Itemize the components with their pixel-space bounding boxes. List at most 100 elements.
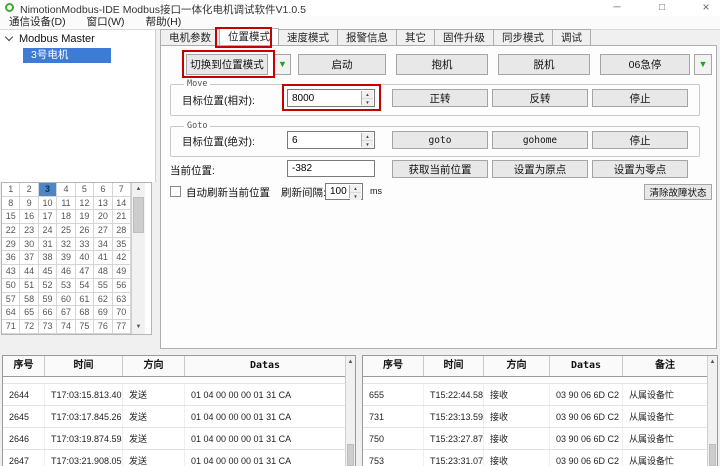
grid-cell[interactable]: 32	[57, 238, 75, 252]
grid-cell[interactable]: 55	[94, 279, 112, 293]
grid-scrollbar-thumb[interactable]	[133, 197, 144, 233]
grid-cell[interactable]: 63	[113, 293, 131, 307]
spin-down-icon[interactable]: ▼	[362, 141, 373, 148]
grid-cell[interactable]: 76	[94, 320, 112, 334]
estop-dropdown-icon[interactable]: ▼	[694, 54, 712, 75]
grid-cell[interactable]: 33	[76, 238, 94, 252]
column-header[interactable]: 时间	[45, 356, 123, 376]
grid-cell[interactable]: 51	[20, 279, 38, 293]
tree-node-modbus-master[interactable]: Modbus Master	[4, 33, 95, 45]
grid-cell[interactable]: 49	[113, 265, 131, 279]
grid-cell[interactable]: 6	[94, 183, 112, 197]
log-row[interactable]: 750T15:23:27.871.…接收03 90 06 6D C2从属设备忙	[363, 428, 717, 450]
maximize-icon[interactable]: □	[648, 0, 676, 16]
tab-motor-params[interactable]: 电机参数	[160, 29, 220, 46]
grid-cell[interactable]: 7	[113, 183, 131, 197]
spin-up-icon[interactable]: ▲	[350, 185, 361, 193]
grid-cell[interactable]: 66	[39, 306, 57, 320]
grid-cell[interactable]: 36	[2, 251, 20, 265]
menu-comm-device[interactable]: 通信设备(D)	[0, 16, 75, 29]
scroll-up-icon[interactable]: ▲	[132, 183, 145, 196]
column-header[interactable]: 序号	[3, 356, 45, 376]
grid-cell[interactable]: 42	[113, 251, 131, 265]
column-header[interactable]: 备注	[623, 356, 708, 376]
move-stop-button[interactable]: 停止	[592, 89, 688, 107]
recv-log-scrollbar-thumb[interactable]	[709, 444, 716, 466]
set-zero-button[interactable]: 设置为零点	[592, 160, 688, 178]
log-row[interactable]: 2646T17:03:19.874.594发送01 04 00 00 00 01…	[3, 428, 355, 450]
grid-cell[interactable]: 17	[39, 210, 57, 224]
grid-cell[interactable]: 75	[76, 320, 94, 334]
grid-cell[interactable]: 53	[57, 279, 75, 293]
spin-down-icon[interactable]: ▼	[362, 99, 373, 106]
grid-cell[interactable]: 62	[94, 293, 112, 307]
grid-cell[interactable]: 5	[76, 183, 94, 197]
grid-cell[interactable]: 47	[76, 265, 94, 279]
grid-cell[interactable]: 15	[2, 210, 20, 224]
column-header[interactable]: 方向	[484, 356, 550, 376]
grid-cell[interactable]: 70	[113, 306, 131, 320]
goto-stop-button[interactable]: 停止	[592, 131, 688, 149]
grid-cell[interactable]: 44	[20, 265, 38, 279]
tab-speed-mode[interactable]: 速度模式	[279, 29, 338, 46]
grid-cell[interactable]: 41	[94, 251, 112, 265]
absolute-target-stepper[interactable]: ▲ ▼	[361, 133, 373, 147]
recv-log-scrollbar[interactable]: ▲	[707, 356, 717, 466]
minimize-icon[interactable]: ─	[603, 0, 631, 16]
grid-cell[interactable]: 1	[2, 183, 20, 197]
estop-button[interactable]: 06急停	[600, 54, 690, 75]
tab-sync-mode[interactable]: 同步模式	[494, 29, 553, 46]
grid-cell[interactable]: 64	[2, 306, 20, 320]
grid-cell[interactable]: 11	[57, 197, 75, 211]
spin-up-icon[interactable]: ▲	[362, 91, 373, 99]
grid-cell[interactable]: 48	[94, 265, 112, 279]
grid-cell[interactable]: 4	[57, 183, 75, 197]
grid-cell[interactable]: 58	[20, 293, 38, 307]
grid-cell[interactable]: 65	[20, 306, 38, 320]
release-button[interactable]: 脱机	[498, 54, 590, 75]
tab-alarm-info[interactable]: 报警信息	[338, 29, 397, 46]
grid-cell[interactable]: 56	[113, 279, 131, 293]
scroll-down-icon[interactable]: ▼	[132, 321, 145, 334]
log-row[interactable]: 2644T17:03:15.813.409发送01 04 00 00 00 01…	[3, 384, 355, 406]
grid-cell[interactable]: 52	[39, 279, 57, 293]
relative-target-stepper[interactable]: ▲ ▼	[361, 91, 373, 105]
grid-cell[interactable]: 54	[76, 279, 94, 293]
mode-dropdown-icon[interactable]: ▼	[274, 54, 291, 75]
grid-cell[interactable]: 37	[20, 251, 38, 265]
clear-fault-button[interactable]: 清除故障状态	[644, 184, 712, 200]
grid-cell[interactable]: 46	[57, 265, 75, 279]
refresh-interval-stepper[interactable]: ▲ ▼	[349, 185, 361, 198]
grid-cell[interactable]: 25	[57, 224, 75, 238]
grid-cell[interactable]: 38	[39, 251, 57, 265]
current-position-input[interactable]	[288, 161, 374, 176]
grid-cell[interactable]: 60	[57, 293, 75, 307]
grid-cell[interactable]: 26	[76, 224, 94, 238]
grid-cell[interactable]: 73	[39, 320, 57, 334]
grid-cell[interactable]: 45	[39, 265, 57, 279]
send-log-scrollbar-thumb[interactable]	[347, 444, 354, 466]
grid-cell[interactable]: 39	[57, 251, 75, 265]
log-row[interactable]: 655T15:22:44.582.…接收03 90 06 6D C2从属设备忙	[363, 384, 717, 406]
grid-cell[interactable]: 68	[76, 306, 94, 320]
grid-cell[interactable]: 30	[20, 238, 38, 252]
scroll-up-icon[interactable]: ▲	[708, 356, 717, 368]
goto-button[interactable]: goto	[392, 131, 488, 149]
log-row[interactable]: 753T15:23:31.079.…接收03 90 06 6D C2从属设备忙	[363, 450, 717, 466]
grid-cell[interactable]: 43	[2, 265, 20, 279]
grid-cell[interactable]: 57	[2, 293, 20, 307]
grid-cell[interactable]: 67	[57, 306, 75, 320]
grid-cell[interactable]: 21	[113, 210, 131, 224]
grid-cell[interactable]: 8	[2, 197, 20, 211]
grid-cell[interactable]: 27	[94, 224, 112, 238]
forward-button[interactable]: 正转	[392, 89, 488, 107]
grid-cell[interactable]: 50	[2, 279, 20, 293]
menu-window[interactable]: 窗口(W)	[78, 16, 134, 29]
grid-cell[interactable]: 9	[20, 197, 38, 211]
grid-cell[interactable]: 72	[20, 320, 38, 334]
spin-up-icon[interactable]: ▲	[362, 133, 373, 141]
grid-cell[interactable]: 19	[76, 210, 94, 224]
brake-button[interactable]: 抱机	[396, 54, 488, 75]
log-row[interactable]: 651T15:22:40.551.…接收03 90 06 6D C2从属设备忙	[363, 377, 717, 384]
column-header[interactable]: 序号	[363, 356, 424, 376]
